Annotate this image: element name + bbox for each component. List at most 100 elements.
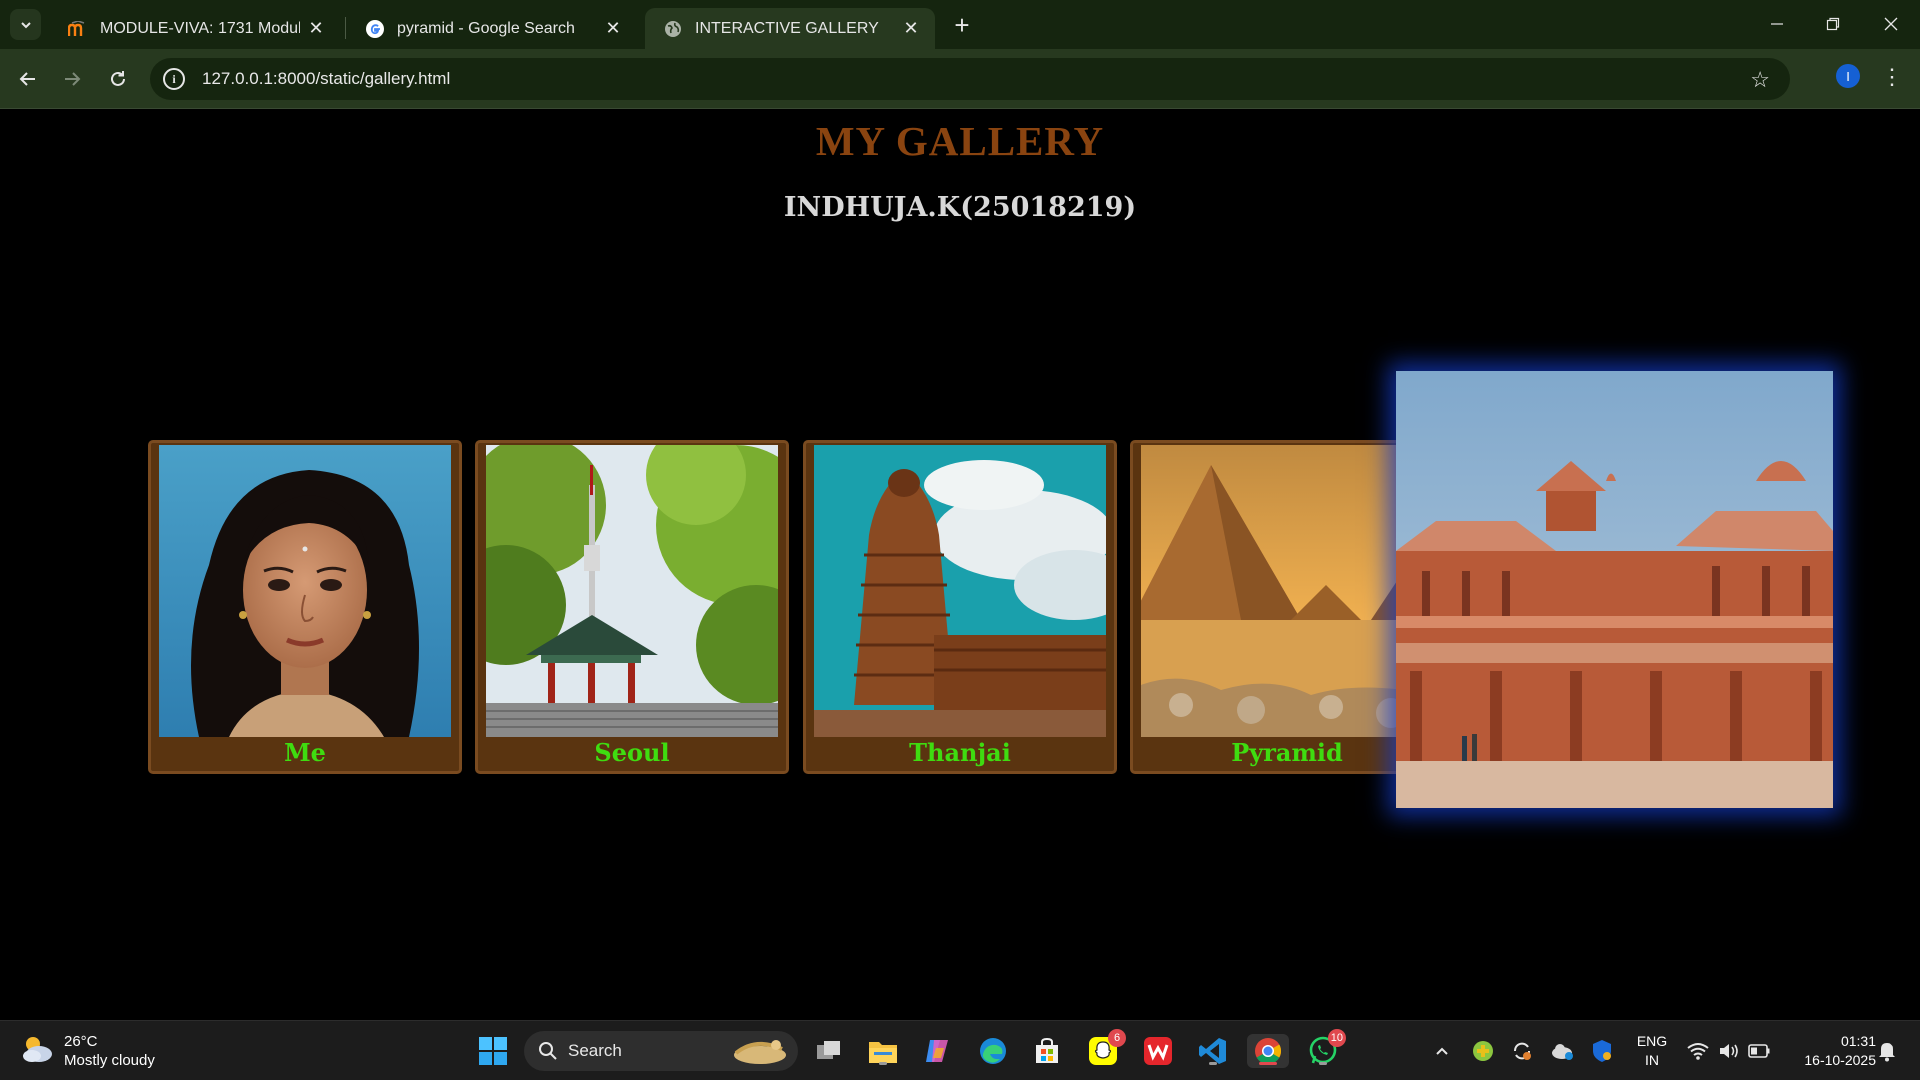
- copilot-icon: [926, 1040, 948, 1062]
- task-view-icon: [817, 1041, 840, 1059]
- thanjavur-temple-photo: [814, 445, 1106, 737]
- close-window-button[interactable]: [1868, 8, 1914, 40]
- running-indicator: [1319, 1062, 1327, 1065]
- language-indicator[interactable]: ENG IN: [1630, 1032, 1674, 1070]
- close-icon[interactable]: ✕: [901, 18, 921, 38]
- gallery-card-seoul[interactable]: Seoul: [475, 440, 789, 774]
- tab-title: MODULE-VIVA: 1731 Module/L: [100, 19, 300, 37]
- search-label: Search: [568, 1041, 622, 1060]
- pyramids-photo: [1141, 445, 1433, 737]
- tray-app-icon: [1473, 1041, 1493, 1061]
- chrome-button[interactable]: [1247, 1034, 1289, 1068]
- arrow-right-icon: [65, 72, 81, 86]
- card-caption: Pyramid: [1231, 738, 1343, 767]
- tab-strip: MODULE-VIVA: 1731 Module/L ✕ pyramid - G…: [0, 0, 1920, 49]
- cloud-icon: [1552, 1044, 1573, 1060]
- minimize-button[interactable]: [1754, 8, 1800, 40]
- close-icon[interactable]: ✕: [306, 18, 326, 38]
- weather-condition: Mostly cloudy: [64, 1052, 155, 1069]
- sync-icon: [1514, 1042, 1531, 1060]
- tab-title: INTERACTIVE GALLERY: [695, 19, 879, 37]
- language-code: ENG: [1636, 1033, 1668, 1049]
- start-button[interactable]: [476, 1034, 510, 1068]
- store-button[interactable]: [1030, 1034, 1064, 1068]
- url-text[interactable]: 127.0.0.1:8000/static/gallery.html: [202, 69, 450, 89]
- gallery-card-thanjai[interactable]: Thanjai: [803, 440, 1117, 774]
- reload-button[interactable]: [102, 63, 134, 95]
- page-title: MY GALLERY: [815, 118, 1105, 164]
- zoomed-gallery-image[interactable]: [1396, 371, 1833, 808]
- tab-title: pyramid - Google Search: [397, 19, 575, 37]
- battery-icon: [1748, 1044, 1770, 1058]
- gallery-page: MY GALLERY INDHUJA.K(25018219) Me Seoul …: [0, 110, 1920, 1020]
- snapchat-button[interactable]: 6: [1086, 1029, 1126, 1068]
- vscode-button[interactable]: [1196, 1034, 1230, 1068]
- whatsapp-badge: 10: [1327, 1029, 1346, 1047]
- portrait-photo: [159, 445, 451, 737]
- bookmark-star-icon[interactable]: ☆: [1750, 67, 1770, 93]
- clock[interactable]: 01:31 16-10-2025: [1780, 1032, 1876, 1070]
- task-view-button[interactable]: [812, 1034, 846, 1068]
- show-hidden-icons-button[interactable]: [1425, 1034, 1459, 1068]
- quick-settings-button[interactable]: [1680, 1034, 1776, 1068]
- bell-icon: [1879, 1041, 1895, 1062]
- tab-search-button[interactable]: [10, 9, 41, 40]
- notifications-button[interactable]: [1872, 1034, 1902, 1068]
- restore-button[interactable]: [1810, 8, 1856, 40]
- weather-widget[interactable]: 26°C Mostly cloudy: [20, 1032, 155, 1070]
- cloudy-weather-icon: [23, 1037, 52, 1062]
- snapchat-badge: 6: [1108, 1029, 1126, 1047]
- reload-icon: [111, 71, 125, 86]
- edge-icon: [980, 1038, 1006, 1064]
- close-icon[interactable]: ✕: [603, 18, 623, 38]
- site-info-icon[interactable]: i: [163, 68, 185, 90]
- address-bar[interactable]: i 127.0.0.1:8000/static/gallery.html ☆: [150, 58, 1790, 100]
- gallery-card-me[interactable]: Me: [148, 440, 462, 774]
- folder-icon: [869, 1042, 897, 1063]
- moodle-m-icon: [68, 19, 88, 39]
- edge-button[interactable]: [976, 1034, 1010, 1068]
- windows-logo-icon: [479, 1037, 507, 1065]
- chevron-up-icon: [1436, 1047, 1448, 1055]
- tab-pyramid-search[interactable]: pyramid - Google Search ✕: [347, 8, 637, 49]
- card-caption: Thanjai: [909, 738, 1011, 767]
- tray-app-button[interactable]: [1466, 1034, 1500, 1068]
- wps-icon: [1144, 1037, 1172, 1065]
- forward-button[interactable]: [56, 63, 88, 95]
- browser-toolbar: i 127.0.0.1:8000/static/gallery.html ☆ I…: [0, 49, 1920, 109]
- fatehpur-sikri-palace-photo: [1396, 371, 1833, 808]
- onedrive-button[interactable]: [1545, 1034, 1579, 1068]
- store-icon: [1036, 1037, 1058, 1063]
- sync-button[interactable]: [1505, 1034, 1539, 1068]
- windows-taskbar: 26°C Mostly cloudy Search 6 10 ENG IN 01…: [0, 1020, 1920, 1080]
- running-indicator: [879, 1062, 887, 1065]
- profile-avatar[interactable]: I: [1836, 64, 1860, 88]
- chevron-down-icon: [20, 21, 31, 28]
- file-explorer-button[interactable]: [866, 1034, 900, 1068]
- back-button[interactable]: [12, 63, 44, 95]
- minimize-icon: [1771, 23, 1783, 25]
- search-highlight-icon: [734, 1040, 786, 1064]
- browser-menu-icon[interactable]: ⋮: [1880, 63, 1904, 91]
- seoul-tower-photo: [486, 445, 778, 737]
- page-subtitle: INDHUJA.K(25018219): [783, 192, 1137, 223]
- search-icon: [539, 1042, 557, 1060]
- wps-button[interactable]: [1141, 1034, 1175, 1068]
- whatsapp-button[interactable]: 10: [1306, 1029, 1346, 1068]
- clock-time: 01:31: [1840, 1033, 1876, 1049]
- defender-button[interactable]: [1585, 1034, 1619, 1068]
- taskbar-search[interactable]: Search: [524, 1031, 798, 1071]
- tab-separator: [345, 17, 346, 39]
- running-indicator: [1209, 1062, 1217, 1065]
- new-tab-button[interactable]: +: [948, 10, 976, 40]
- card-caption: Me: [284, 738, 326, 767]
- tab-interactive-gallery[interactable]: INTERACTIVE GALLERY ✕: [645, 8, 935, 49]
- restore-icon: [1826, 17, 1840, 31]
- tab-module-viva[interactable]: MODULE-VIVA: 1731 Module/L ✕: [50, 8, 340, 49]
- clock-date: 16-10-2025: [1804, 1052, 1876, 1068]
- shield-icon: [1593, 1040, 1611, 1062]
- globe-icon: [663, 19, 683, 39]
- card-caption: Seoul: [594, 738, 670, 767]
- close-icon: [1884, 17, 1898, 31]
- copilot-button[interactable]: [920, 1034, 954, 1068]
